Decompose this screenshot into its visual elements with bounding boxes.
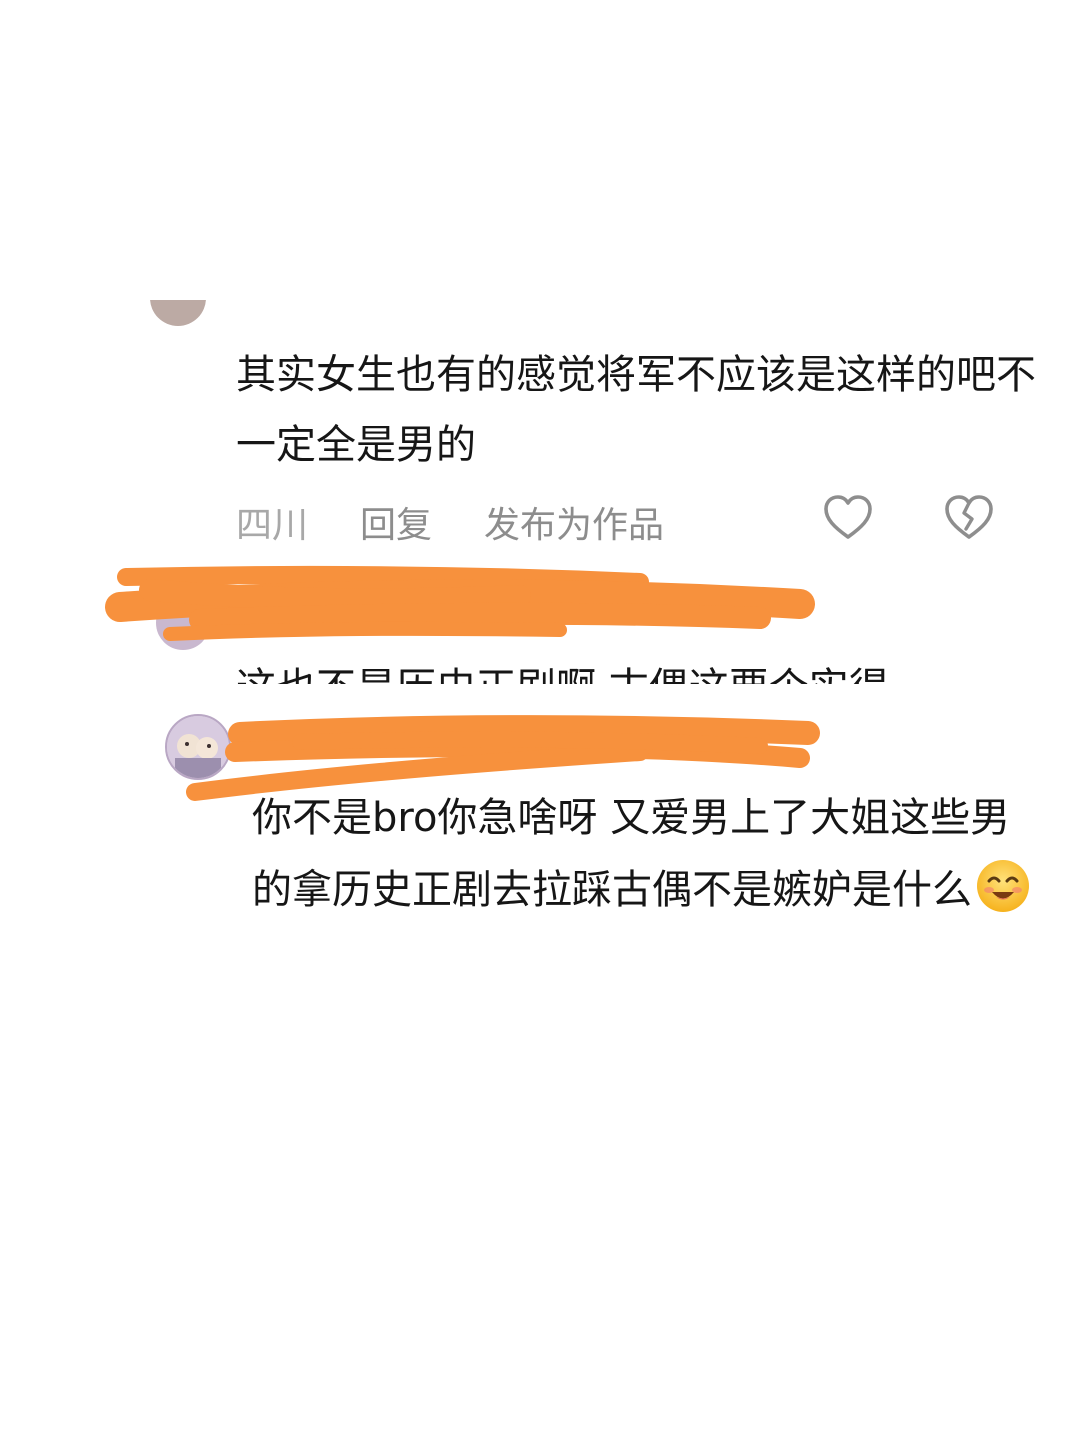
heart-outline-icon[interactable] — [822, 492, 874, 544]
redaction-scribbles — [105, 565, 820, 801]
comment-text-2-cut: 这也不是历史正剧啊 古偶这要个实得 — [236, 658, 1016, 684]
avatar-2[interactable] — [156, 596, 210, 650]
broken-heart-icon[interactable] — [941, 492, 997, 544]
smiling-face-icon — [974, 857, 1032, 915]
reply-button[interactable]: 回复 — [360, 496, 432, 548]
avatar-top-cropped[interactable] — [150, 300, 206, 330]
comment-text-3-body: 你不是bro你急啥呀 又爱男上了大姐这些男的拿历史正剧去拉踩古偶不是嫉妒是什么 — [252, 795, 1011, 913]
comment-text-1: 其实女生也有的感觉将军不应该是这样的吧不一定全是男的 — [236, 352, 1036, 468]
location-label: 四川 — [236, 505, 309, 546]
comment-text-2: 这也不是历史正剧啊 古偶这要个实得 — [236, 660, 1016, 684]
comment-text-3: 你不是bro你急啥呀 又爱男上了大姐这些男的拿历史正剧去拉踩古偶不是嫉妒是什么 — [252, 782, 1042, 926]
comment-1-meta: 四川 回复 发布为作品 — [236, 497, 716, 547]
screenshot-seam — [0, 684, 1080, 704]
avatar-3[interactable] — [165, 714, 231, 780]
publish-as-work-button[interactable]: 发布为作品 — [484, 496, 664, 548]
